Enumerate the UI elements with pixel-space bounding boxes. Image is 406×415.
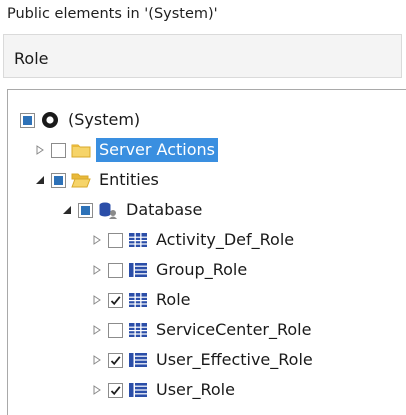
- checkbox-unchecked[interactable]: [51, 142, 66, 158]
- panel-title: Public elements in '(System)': [7, 6, 218, 22]
- checkmark-icon: [110, 295, 121, 305]
- checkbox-unchecked[interactable]: [108, 262, 123, 278]
- static-entity-icon: [128, 291, 148, 309]
- tree-node-database[interactable]: Database: [60, 195, 205, 225]
- entity-icon: [128, 351, 148, 369]
- folder-icon: [71, 141, 91, 159]
- checkbox-unchecked[interactable]: [108, 232, 123, 248]
- tree-node-label: User_Role: [156, 380, 235, 399]
- tree-node-label: Activity_Def_Role: [156, 230, 295, 249]
- expand-arrow-icon[interactable]: [90, 263, 104, 277]
- elements-tree[interactable]: (System) Server Actions Entities Databas…: [7, 89, 406, 415]
- checkbox-partial[interactable]: [20, 112, 35, 128]
- tree-node-entity[interactable]: ServiceCenter_Role: [90, 315, 314, 345]
- search-input[interactable]: Role: [3, 34, 402, 78]
- entity-icon: [128, 381, 148, 399]
- checkbox-checked[interactable]: [108, 352, 123, 368]
- collapse-arrow-icon[interactable]: [33, 173, 47, 187]
- checkbox-partial[interactable]: [51, 172, 66, 188]
- tree-node-entity[interactable]: User_Role: [90, 375, 238, 405]
- tree-node-system[interactable]: (System): [20, 105, 143, 135]
- tree-node-label: Group_Role: [156, 260, 248, 279]
- expand-arrow-icon[interactable]: [90, 323, 104, 337]
- checkmark-icon: [110, 385, 121, 395]
- checkbox-checked[interactable]: [108, 292, 123, 308]
- tree-node-label: User_Effective_Role: [156, 350, 313, 369]
- expand-arrow-icon[interactable]: [90, 293, 104, 307]
- checkbox-partial[interactable]: [78, 202, 93, 218]
- folder-open-icon: [71, 171, 91, 189]
- tree-node-label: Database: [126, 200, 203, 219]
- checkbox-checked[interactable]: [108, 382, 123, 398]
- checkmark-icon: [110, 355, 121, 365]
- tree-node-label: ServiceCenter_Role: [156, 320, 312, 339]
- static-entity-icon: [128, 321, 148, 339]
- entity-icon: [128, 261, 148, 279]
- tree-node-entity[interactable]: Group_Role: [90, 255, 250, 285]
- checkbox-unchecked[interactable]: [108, 322, 123, 338]
- tree-node-server-actions[interactable]: Server Actions: [33, 135, 218, 165]
- tree-node-label: Role: [156, 290, 191, 309]
- expand-arrow-icon[interactable]: [90, 353, 104, 367]
- tree-node-label: (System): [68, 110, 141, 129]
- expand-arrow-icon[interactable]: [33, 143, 47, 157]
- tree-node-entities[interactable]: Entities: [33, 165, 162, 195]
- search-input-value: Role: [14, 49, 49, 68]
- database-icon: [98, 201, 118, 219]
- tree-node-entity[interactable]: User_Effective_Role: [90, 345, 316, 375]
- module-icon: [40, 111, 60, 129]
- static-entity-icon: [128, 231, 148, 249]
- expand-arrow-icon[interactable]: [90, 233, 104, 247]
- tree-node-label: Entities: [99, 170, 159, 189]
- tree-node-entity[interactable]: Role: [90, 285, 193, 315]
- expand-arrow-icon[interactable]: [90, 383, 104, 397]
- tree-node-label: Server Actions: [96, 138, 218, 162]
- public-elements-dialog: Public elements in '(System)' Role (Syst…: [0, 0, 406, 415]
- tree-node-entity[interactable]: Activity_Def_Role: [90, 225, 297, 255]
- collapse-arrow-icon[interactable]: [60, 203, 74, 217]
